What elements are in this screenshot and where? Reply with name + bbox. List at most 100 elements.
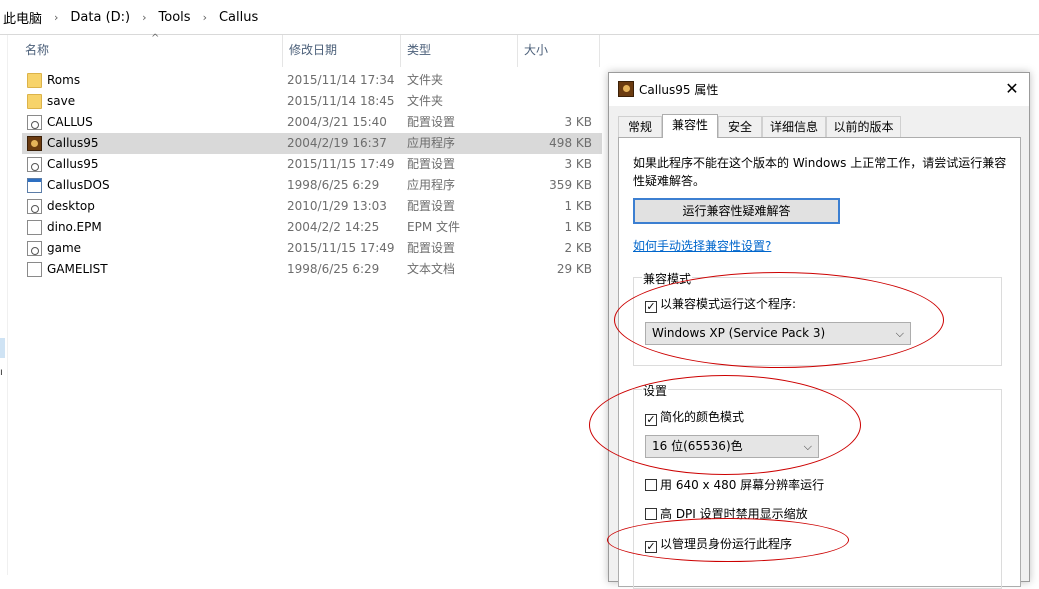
dialog-titlebar[interactable]: Callus95 属性 ✕	[609, 73, 1029, 106]
res-640-checkbox[interactable]	[645, 479, 657, 491]
file-name: Callus95	[47, 157, 99, 171]
file-date: 1998/6/25 6:29	[287, 178, 380, 192]
file-name: Callus95	[47, 136, 99, 150]
compat-mode-checkbox-row[interactable]: ✓ 以兼容模式运行这个程序:	[645, 295, 796, 313]
file-date: 1998/6/25 6:29	[287, 262, 380, 276]
file-date: 2010/1/29 13:03	[287, 199, 387, 213]
compat-mode-checkbox[interactable]: ✓	[645, 301, 657, 313]
file-size: 1 KB	[564, 199, 592, 213]
breadcrumb-tools[interactable]: Tools	[156, 10, 194, 25]
run-as-admin-label: 以管理员身份运行此程序	[660, 537, 793, 551]
tab-security[interactable]: 安全	[718, 116, 762, 137]
file-row[interactable]: CallusDOS 1998/6/25 6:29 应用程序 359 KB	[22, 175, 602, 196]
res-640-row[interactable]: 用 640 x 480 屏幕分辨率运行	[645, 476, 824, 493]
file-size: 498 KB	[549, 136, 592, 150]
high-dpi-checkbox[interactable]	[645, 508, 657, 520]
file-name: dino.EPM	[47, 220, 102, 234]
file-date: 2004/2/19 16:37	[287, 136, 387, 150]
column-name-header[interactable]: 名称	[19, 35, 283, 67]
file-size: 359 KB	[549, 178, 592, 192]
color-depth-value: 16 位(65536)色	[652, 439, 743, 453]
file-type: 配置设置	[407, 115, 456, 129]
file-row[interactable]: GAMELIST 1998/6/25 6:29 文本文档 29 KB	[22, 259, 602, 280]
column-type-header[interactable]: 类型	[401, 35, 518, 67]
callus-app-icon	[618, 81, 634, 97]
tab-compatibility[interactable]: 兼容性	[662, 114, 718, 138]
tab-general[interactable]: 常规	[618, 116, 662, 137]
run-as-admin-checkbox[interactable]: ✓	[645, 541, 657, 553]
file-date: 2004/3/21 15:40	[287, 115, 387, 129]
os-version-select[interactable]: Windows XP (Service Pack 3) ⌵	[645, 322, 911, 345]
file-type: 应用程序	[407, 136, 456, 150]
nav-selection-marker	[0, 338, 5, 358]
file-name: CALLUS	[47, 115, 93, 129]
breadcrumb-callus[interactable]: Callus	[216, 10, 261, 25]
file-row[interactable]: Callus95 2004/2/19 16:37 应用程序 498 KB	[22, 133, 602, 154]
compatibility-panel: 如果此程序不能在这个版本的 Windows 上正常工作，请尝试运行兼容性疑难解答…	[618, 137, 1021, 589]
file-type: 配置设置	[407, 157, 456, 171]
file-type: 文本文档	[407, 262, 456, 276]
folder-icon	[27, 94, 42, 109]
column-size-header[interactable]: 大小	[518, 35, 600, 67]
file-row[interactable]: desktop 2010/1/29 13:03 配置设置 1 KB	[22, 196, 602, 217]
column-date-header[interactable]: 修改日期	[283, 35, 401, 67]
file-date: 2015/11/14 18:45	[287, 94, 395, 108]
file-row[interactable]: Callus95 2015/11/15 17:49 配置设置 3 KB	[22, 154, 602, 175]
file-size: 3 KB	[564, 157, 592, 171]
file-type: 文件夹	[407, 73, 444, 87]
file-list: Roms 2015/11/14 17:34 文件夹 save 2015/11/14 18…	[22, 70, 602, 280]
breadcrumb-data-drive[interactable]: Data (D:)	[67, 10, 133, 25]
config-file-icon	[27, 241, 42, 256]
file-type: 应用程序	[407, 178, 456, 192]
run-as-admin-row[interactable]: ✓ 以管理员身份运行此程序	[645, 535, 792, 553]
file-row[interactable]: save 2015/11/14 18:45 文件夹	[22, 91, 602, 112]
file-name: Roms	[47, 73, 81, 87]
breadcrumb-separator-icon: ›	[202, 10, 207, 24]
config-file-icon	[27, 157, 42, 172]
breadcrumb-separator-icon: ›	[54, 10, 59, 24]
file-name: save	[47, 94, 76, 108]
breadcrumb-this-pc[interactable]: 此电脑	[0, 8, 45, 27]
compat-mode-group: 兼容模式 ✓ 以兼容模式运行这个程序: Windows XP (Service P…	[633, 270, 1002, 366]
file-row[interactable]: dino.EPM 2004/2/2 14:25 EPM 文件 1 KB	[22, 217, 602, 238]
folder-icon	[27, 73, 42, 88]
file-name: CallusDOS	[47, 178, 110, 192]
file-size: 29 KB	[556, 262, 592, 276]
file-type: 配置设置	[407, 199, 456, 213]
reduced-color-checkbox[interactable]: ✓	[645, 414, 657, 426]
close-button[interactable]: ✕	[1001, 79, 1023, 99]
reduced-color-row[interactable]: ✓ 简化的颜色模式	[645, 408, 744, 426]
tab-previous-versions[interactable]: 以前的版本	[826, 116, 901, 137]
file-date: 2004/2/2 14:25	[287, 220, 380, 234]
settings-label: 设置	[642, 382, 669, 399]
file-row[interactable]: Roms 2015/11/14 17:34 文件夹	[22, 70, 602, 91]
file-name: desktop	[47, 199, 95, 213]
dialog-title: Callus95 属性	[639, 83, 719, 97]
color-depth-select[interactable]: 16 位(65536)色 ⌵	[645, 435, 819, 458]
file-type: 配置设置	[407, 241, 456, 255]
file-size: 3 KB	[564, 115, 592, 129]
run-troubleshooter-button[interactable]: 运行兼容性疑难解答	[633, 198, 840, 224]
manual-settings-link[interactable]: 如何手动选择兼容性设置?	[633, 237, 771, 254]
high-dpi-row[interactable]: 高 DPI 设置时禁用显示缩放	[645, 505, 808, 522]
file-row[interactable]: CALLUS 2004/3/21 15:40 配置设置 3 KB	[22, 112, 602, 133]
file-type: 文件夹	[407, 94, 444, 108]
address-bar[interactable]: 此电脑 › Data (D:) › Tools › Callus	[0, 0, 1039, 35]
file-type: EPM 文件	[407, 220, 460, 234]
nav-truncated-text: ı	[0, 367, 3, 378]
chevron-down-icon: ⌵	[803, 440, 812, 453]
file-size: 2 KB	[564, 241, 592, 255]
dos-app-icon	[27, 178, 42, 193]
res-640-label: 用 640 x 480 屏幕分辨率运行	[660, 478, 825, 492]
file-name: game	[47, 241, 82, 255]
reduced-color-label: 简化的颜色模式	[660, 410, 745, 424]
file-row[interactable]: game 2015/11/15 17:49 配置设置 2 KB	[22, 238, 602, 259]
compat-mode-checkbox-label: 以兼容模式运行这个程序:	[660, 297, 797, 311]
file-date: 2015/11/15 17:49	[287, 157, 395, 171]
blank-file-icon	[27, 220, 42, 235]
callus-app-icon	[27, 136, 42, 151]
config-file-icon	[27, 199, 42, 214]
properties-dialog: Callus95 属性 ✕ 常规 兼容性 安全 详细信息 以前的版本 如果此程序…	[608, 72, 1030, 589]
file-name: GAMELIST	[47, 262, 108, 276]
tab-details[interactable]: 详细信息	[762, 116, 826, 137]
